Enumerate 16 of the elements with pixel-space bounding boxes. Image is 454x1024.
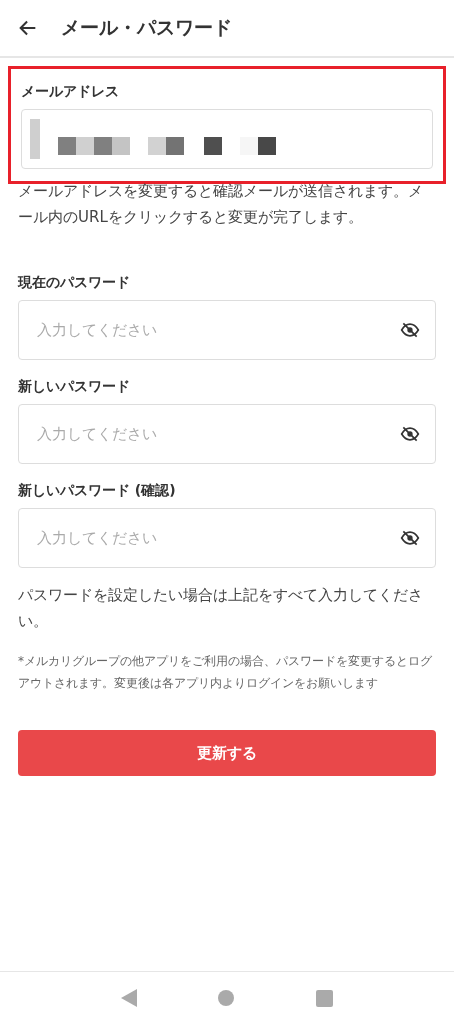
password-field[interactable]: 入力してください xyxy=(18,300,436,360)
update-button[interactable]: 更新する xyxy=(18,730,436,776)
password-field[interactable]: 入力してください xyxy=(18,508,436,568)
field-label: メールアドレス xyxy=(21,83,120,101)
email-field[interactable] xyxy=(21,109,433,169)
field-label: 現在のパスワード xyxy=(18,274,131,292)
field-label: 新しいパスワード (確認) xyxy=(18,482,177,500)
password-note: パスワードを設定したい場合は上記をすべて入力してください。 xyxy=(18,585,424,632)
email-note: メールアドレスを変更すると確認メールが送信されます。メール内のURLをクリックすると変更が完了します。 xyxy=(18,181,424,228)
field-label: 新しいパスワード xyxy=(18,378,131,396)
page-title: メール・パスワード xyxy=(61,15,232,40)
eye-slash-icon[interactable] xyxy=(400,320,420,340)
group-note: *メルカリグループの他アプリをご利用の場合、パスワードを変更するとログアウトされます。変更後は各アプリ内よりログインをお願いします xyxy=(18,653,433,692)
password-field[interactable]: 入力してください xyxy=(18,404,436,464)
eye-slash-icon[interactable] xyxy=(400,424,420,444)
eye-slash-icon[interactable] xyxy=(400,528,420,548)
